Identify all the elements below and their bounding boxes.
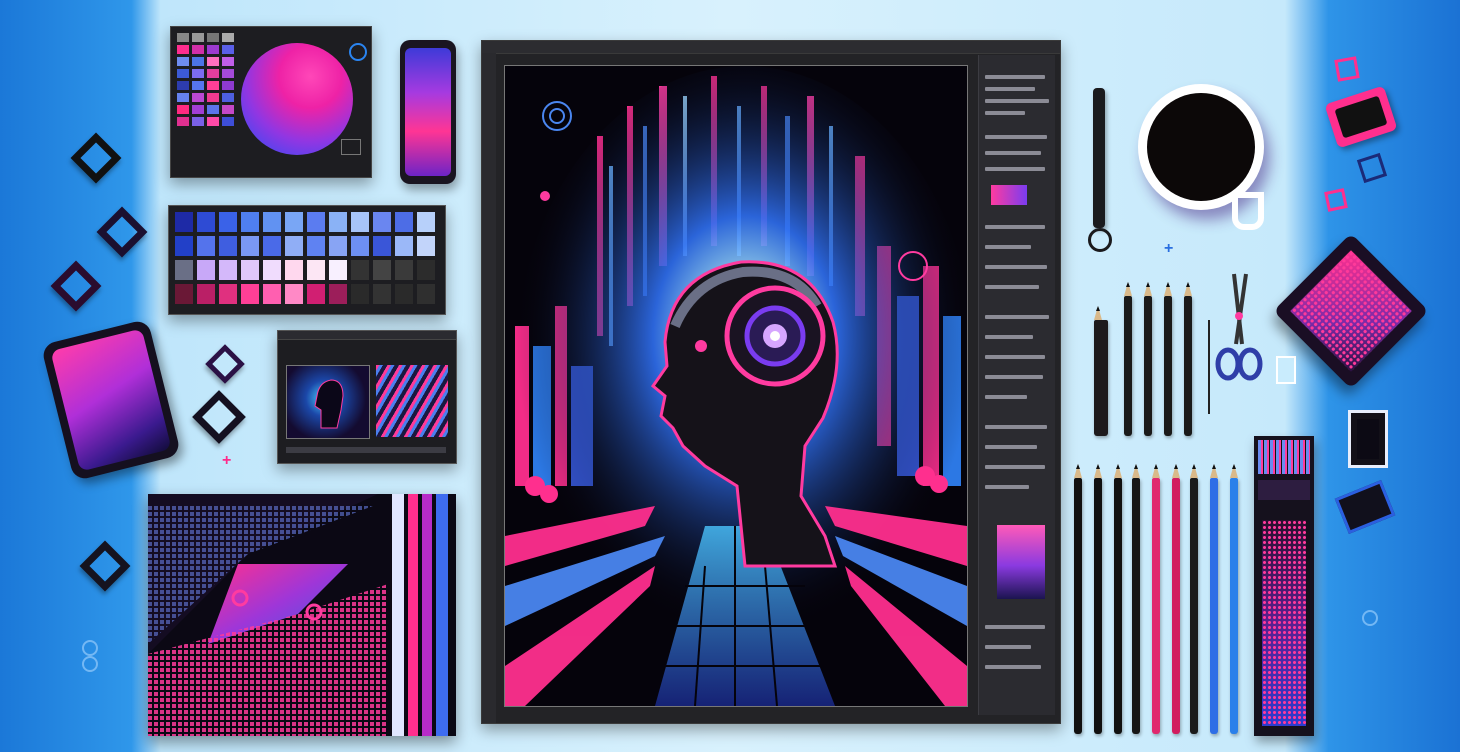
color-strip xyxy=(1254,436,1314,736)
plus-icon: + xyxy=(222,452,232,469)
pencil xyxy=(1114,464,1122,734)
pencil xyxy=(1190,464,1198,734)
gradient-preview xyxy=(997,525,1045,599)
eraser xyxy=(1276,356,1296,384)
diamond-frame-icon xyxy=(70,132,122,184)
ring-icon xyxy=(349,43,367,61)
ring-icon xyxy=(82,640,98,656)
gradient-tile xyxy=(1273,233,1429,389)
diamond-frame-icon xyxy=(192,390,246,444)
pencil xyxy=(1184,282,1192,436)
cyborg-head-artwork xyxy=(504,65,968,707)
ring-icon xyxy=(1362,610,1378,626)
pencil xyxy=(1230,464,1238,734)
square-frame-icon xyxy=(1334,56,1360,82)
scissors-icon xyxy=(1214,270,1264,386)
square-frame-icon xyxy=(1334,480,1396,534)
swatch-palette xyxy=(168,205,446,315)
pencil xyxy=(1074,464,1082,734)
square-frame-icon xyxy=(1356,152,1388,184)
diamond-frame-icon xyxy=(50,260,102,312)
gradient-card xyxy=(1324,85,1398,149)
layers-panel xyxy=(978,55,1055,715)
smartphone xyxy=(400,40,456,184)
gradient-phone xyxy=(40,318,182,482)
diamond-frame-icon xyxy=(96,206,148,258)
pencil xyxy=(1094,306,1108,436)
pencil xyxy=(1210,464,1218,734)
divider-line xyxy=(1208,320,1210,414)
pencil xyxy=(1132,464,1140,734)
thumbnail-cyborg xyxy=(286,365,370,439)
color-sphere xyxy=(241,43,353,155)
stylus-ring xyxy=(1088,228,1112,252)
pencil xyxy=(1094,464,1102,734)
plus-icon: + xyxy=(1164,240,1174,257)
mug-handle xyxy=(1232,192,1264,230)
diamond-frame-icon xyxy=(205,344,245,384)
pencil xyxy=(1124,282,1132,436)
thumbnail-streaks xyxy=(376,365,448,437)
gradient-artboard xyxy=(148,494,456,736)
pencil xyxy=(1144,282,1152,436)
color-picker-panel xyxy=(170,26,372,178)
editor-window xyxy=(481,40,1061,724)
square-frame-icon xyxy=(1348,410,1388,468)
ring-icon xyxy=(82,656,98,672)
pencil xyxy=(1152,464,1160,734)
thumbnail-window xyxy=(277,330,457,464)
stylus xyxy=(1093,88,1105,228)
tool-bar xyxy=(482,53,496,723)
pencil xyxy=(1164,282,1172,436)
diamond-frame-icon xyxy=(79,540,131,592)
square-frame-icon xyxy=(1324,188,1348,212)
menu-bar xyxy=(482,41,1060,54)
pencil xyxy=(1172,464,1180,734)
